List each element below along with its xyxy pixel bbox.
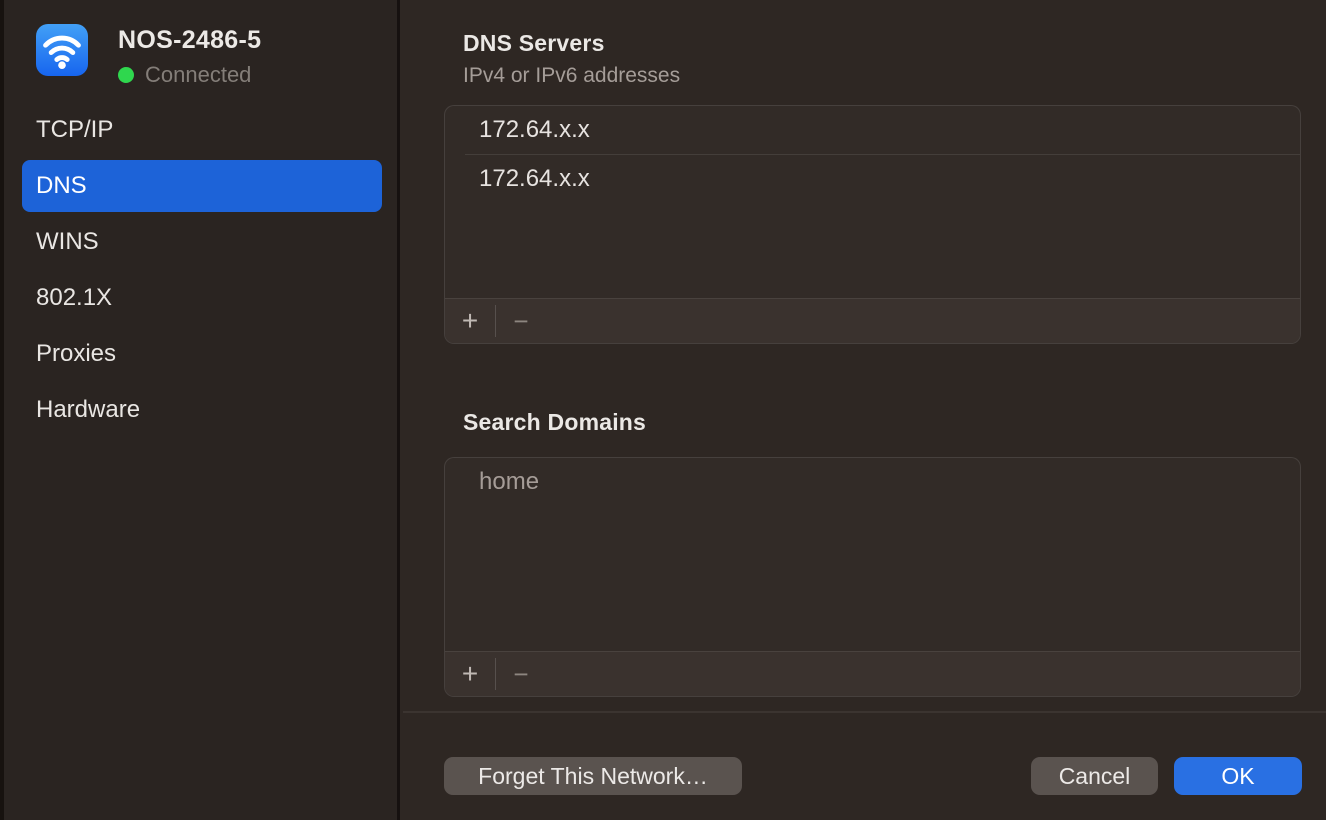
dns-server-entry[interactable]: 172.64.x.x [465,154,1300,202]
dns-servers-subtitle: IPv4 or IPv6 addresses [463,64,680,88]
connected-status-dot [118,67,134,83]
settings-nav: TCP/IP DNS WINS 802.1X Proxies Hardware [22,104,382,440]
sidebar-item-wins[interactable]: WINS [22,216,382,268]
add-search-domain-button[interactable]: + [445,652,495,696]
connection-status: Connected [145,62,251,88]
ok-button[interactable]: OK [1174,757,1302,795]
network-sidebar: NOS-2486-5 Connected TCP/IP DNS WINS 802… [0,0,400,820]
cancel-button[interactable]: Cancel [1031,757,1158,795]
search-domains-title: Search Domains [463,409,646,436]
forget-network-button[interactable]: Forget This Network… [444,757,742,795]
sidebar-item-dns[interactable]: DNS [22,160,382,212]
remove-dns-server-button[interactable]: − [496,299,546,343]
remove-search-domain-button[interactable]: − [496,652,546,696]
sidebar-item-8021x[interactable]: 802.1X [22,272,382,324]
dns-settings-panel: DNS Servers IPv4 or IPv6 addresses 172.6… [403,0,1326,820]
search-domains-list: home + − [444,457,1301,697]
search-domains-toolbar: + − [445,651,1300,696]
window-left-edge [0,0,4,820]
network-name: NOS-2486-5 [118,26,261,55]
dns-server-entry[interactable]: 172.64.x.x [445,106,1300,154]
sidebar-item-proxies[interactable]: Proxies [22,328,382,380]
dns-servers-title: DNS Servers [463,30,680,57]
wifi-icon [36,24,88,76]
footer-divider [403,711,1326,713]
sidebar-item-tcpip[interactable]: TCP/IP [22,104,382,156]
dns-servers-list: 172.64.x.x 172.64.x.x + − [444,105,1301,344]
network-header: NOS-2486-5 Connected [36,24,261,88]
dns-servers-toolbar: + − [445,298,1300,343]
add-dns-server-button[interactable]: + [445,299,495,343]
sidebar-item-hardware[interactable]: Hardware [22,384,382,436]
search-domain-entry[interactable]: home [445,458,1300,506]
